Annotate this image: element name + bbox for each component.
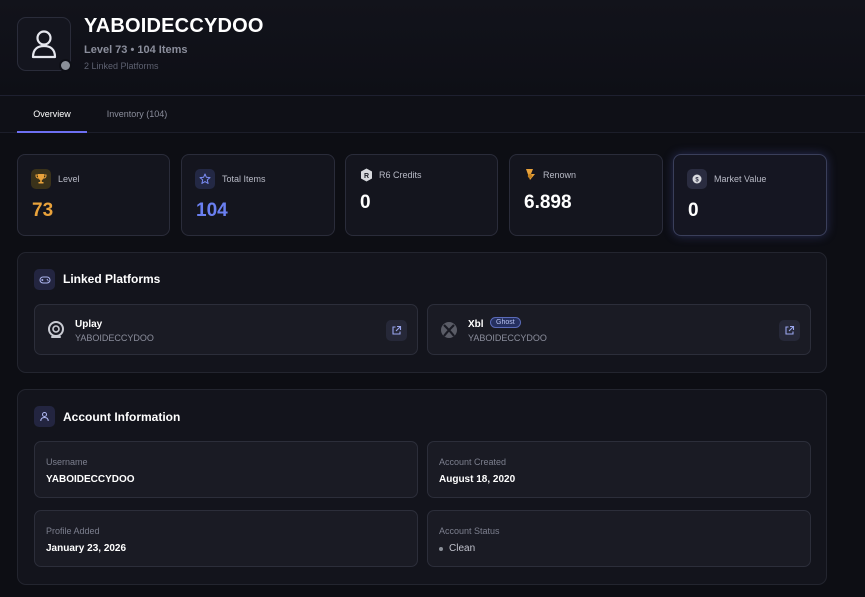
- trophy-icon: [31, 169, 51, 189]
- gamepad-icon: [34, 269, 55, 290]
- ghost-badge: Ghost: [490, 317, 521, 328]
- stat-card-r6-credits: R R6 Credits 0: [345, 154, 498, 236]
- stat-card-market-value: $ Market Value 0: [673, 154, 827, 236]
- user-icon: [31, 30, 57, 59]
- online-status-dot: [59, 59, 72, 72]
- stat-value-level: 73: [32, 200, 54, 221]
- stat-value-renown: 6.898: [524, 192, 572, 213]
- r6-credits-icon: R: [359, 168, 373, 182]
- stat-card-level: Level 73: [17, 154, 170, 236]
- stat-label: Renown: [543, 170, 577, 180]
- stat-value-total-items: 104: [196, 200, 228, 221]
- status-dot: [439, 546, 443, 551]
- account-info-panel: Account Information Username YABOIDECCYD…: [17, 389, 827, 585]
- xbox-icon: [439, 320, 459, 340]
- tab-inventory[interactable]: Inventory (104): [96, 96, 178, 133]
- star-icon: [195, 169, 215, 189]
- stat-label: Level: [58, 174, 80, 184]
- info-card-profile-added: Profile Added January 23, 2026: [34, 510, 418, 567]
- renown-icon: [523, 168, 537, 182]
- account-status: Clean: [439, 543, 475, 554]
- page-title: YABOIDECCYDOO: [84, 15, 264, 37]
- info-value-username: YABOIDECCYDOO: [46, 474, 135, 485]
- linked-platforms-title: Linked Platforms: [63, 272, 161, 286]
- platform-username: YABOIDECCYDOO: [468, 333, 547, 343]
- uplay-icon: [46, 320, 66, 340]
- info-card-username: Username YABOIDECCYDOO: [34, 441, 418, 498]
- open-external-button[interactable]: [386, 320, 407, 341]
- info-value-created: August 18, 2020: [439, 474, 516, 485]
- coin-icon: $: [687, 169, 707, 189]
- platform-username: YABOIDECCYDOO: [75, 333, 154, 343]
- stat-value-market-value: 0: [688, 200, 699, 221]
- info-card-account-created: Account Created August 18, 2020: [427, 441, 811, 498]
- tab-overview[interactable]: Overview: [17, 96, 87, 133]
- info-card-account-status: Account Status Clean: [427, 510, 811, 567]
- status-value: Clean: [449, 543, 476, 554]
- platform-card-xbl[interactable]: Xbl Ghost YABOIDECCYDOO: [427, 304, 811, 355]
- profile-header: YABOIDECCYDOO Level 73 • 104 Items 2 Lin…: [0, 0, 865, 96]
- external-link-icon: [785, 325, 795, 335]
- info-value-added: January 23, 2026: [46, 543, 127, 554]
- external-link-icon: [392, 325, 402, 335]
- svg-text:R: R: [363, 173, 368, 180]
- profile-subline: Level 73 • 104 Items: [84, 44, 188, 56]
- open-external-button[interactable]: [779, 320, 800, 341]
- stat-label: Total Items: [222, 174, 266, 184]
- info-label: Account Created: [439, 457, 507, 467]
- platform-name: Uplay: [75, 319, 103, 330]
- account-info-title: Account Information: [63, 410, 181, 424]
- stat-value-r6-credits: 0: [360, 192, 371, 213]
- linked-platforms-panel: Linked Platforms Uplay YABOIDECCYDOO Xbl: [17, 252, 827, 373]
- stat-label: R6 Credits: [379, 170, 422, 180]
- info-label: Profile Added: [46, 526, 100, 536]
- linked-platforms-count: 2 Linked Platforms: [84, 61, 159, 71]
- stat-label: Market Value: [714, 174, 767, 184]
- user-small-icon: [34, 406, 55, 427]
- stat-card-total-items: Total Items 104: [181, 154, 335, 236]
- info-label: Account Status: [439, 526, 500, 536]
- tab-bar: Overview Inventory (104): [0, 96, 865, 133]
- platform-name: Xbl: [468, 319, 484, 330]
- stat-card-renown: Renown 6.898: [509, 154, 663, 236]
- info-label: Username: [46, 457, 88, 467]
- platform-card-uplay[interactable]: Uplay YABOIDECCYDOO: [34, 304, 418, 355]
